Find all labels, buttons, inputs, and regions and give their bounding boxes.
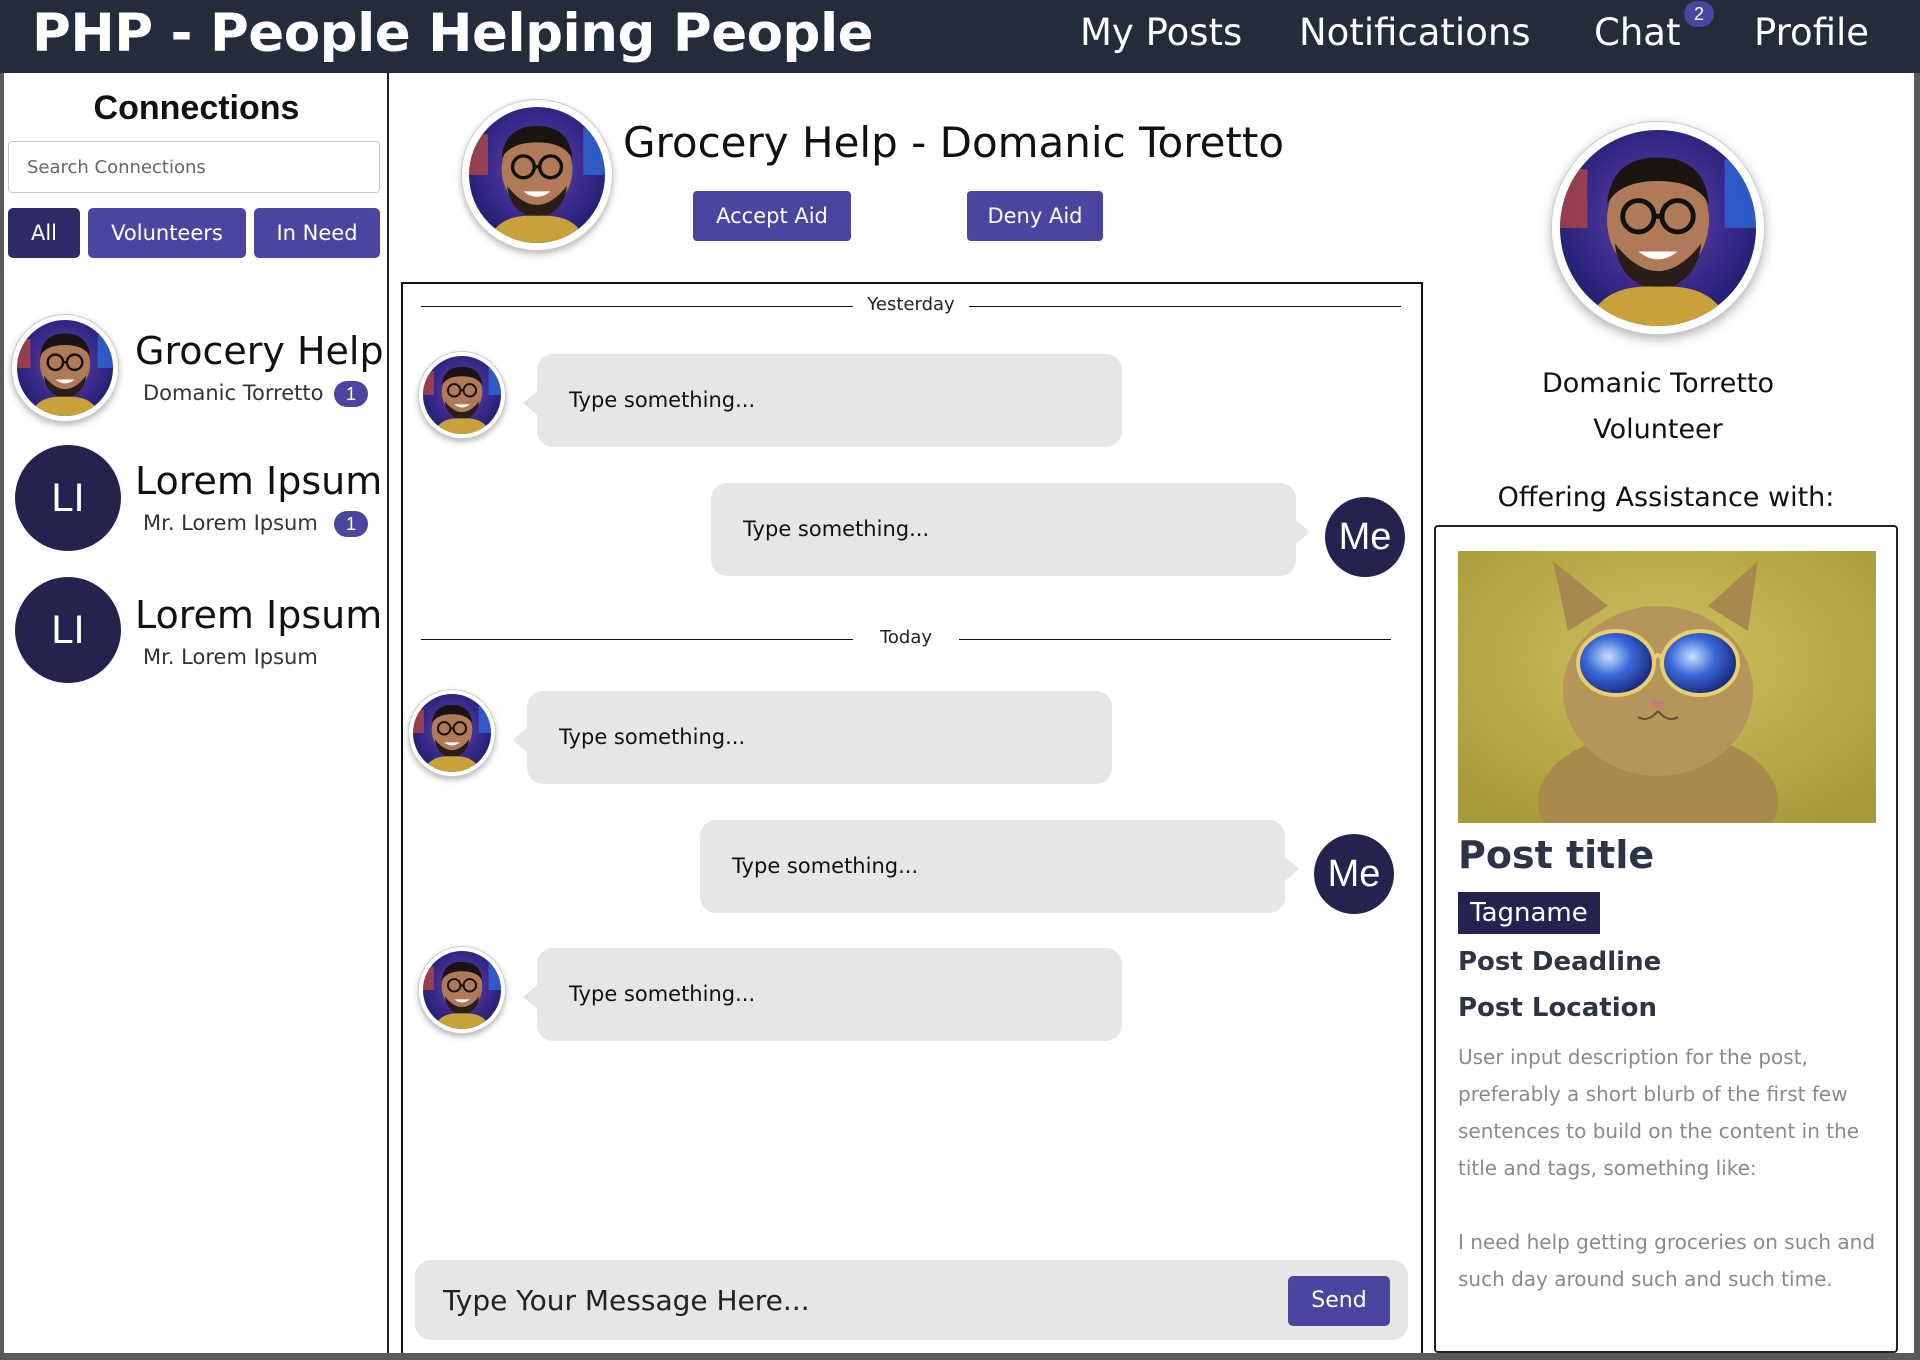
send-button[interactable]: Send (1288, 1276, 1390, 1326)
date-divider-today: Today (421, 627, 1391, 651)
search-connections-input[interactable] (8, 141, 380, 193)
nav-notifications[interactable]: Notifications (1299, 10, 1531, 56)
bubble-tail (523, 391, 537, 415)
top-navbar: PHP - People Helping People My Posts Not… (0, 0, 1920, 73)
unread-badge: 1 (334, 511, 368, 537)
sender-avatar (419, 352, 505, 438)
filter-all-button[interactable]: All (8, 208, 80, 258)
message-bubble: Type something... (537, 948, 1122, 1041)
chat-unread-badge: 2 (1684, 1, 1714, 27)
connection-subtitle: Mr. Lorem Ipsum (143, 511, 318, 535)
divider-label: Yesterday (867, 294, 955, 315)
bubble-tail (523, 985, 537, 1009)
post-title: Post title (1458, 833, 1655, 877)
connection-subtitle: Domanic Torretto (143, 381, 324, 405)
connection-name: Grocery Help (135, 329, 384, 373)
profile-avatar (1552, 122, 1764, 334)
filter-volunteers-button[interactable]: Volunteers (88, 208, 246, 258)
filter-in-need-button[interactable]: In Need (254, 208, 380, 258)
bubble-tail (1296, 520, 1310, 544)
connection-initials-avatar: LI (15, 445, 121, 551)
profile-role: Volunteer (1593, 414, 1723, 445)
bubble-tail (1285, 857, 1299, 881)
post-card[interactable]: Post title Tagname Post Deadline Post Lo… (1434, 525, 1898, 1353)
post-deadline: Post Deadline (1458, 947, 1662, 977)
connections-heading: Connections (93, 89, 300, 127)
message-bubble: Type something... (711, 483, 1296, 576)
accept-aid-button[interactable]: Accept Aid (693, 191, 851, 241)
connection-initials-avatar: LI (15, 577, 121, 683)
sender-avatar (409, 690, 495, 776)
message-bubble: Type something... (537, 354, 1122, 447)
chat-header-avatar (462, 100, 612, 250)
connection-subtitle: Mr. Lorem Ipsum (143, 645, 318, 669)
message-input[interactable] (443, 1278, 1263, 1322)
connection-name: Lorem Ipsum (135, 459, 383, 503)
post-location: Post Location (1458, 993, 1657, 1023)
divider-label: Today (879, 627, 933, 648)
nav-profile[interactable]: Profile (1754, 10, 1869, 56)
offering-assistance-label: Offering Assistance with: (1497, 482, 1835, 513)
sender-avatar (419, 947, 505, 1033)
chat-messages-panel[interactable]: Yesterday Type something... Type somethi… (401, 282, 1423, 1353)
message-bubble: Type something... (527, 691, 1112, 784)
message-composer: Send (415, 1260, 1408, 1340)
date-divider-yesterday: Yesterday (421, 294, 1401, 318)
me-avatar: Me (1314, 834, 1394, 914)
chat-title: Grocery Help - Domanic Toretto (623, 118, 1285, 167)
nav-my-posts[interactable]: My Posts (1080, 10, 1242, 56)
post-description: User input description for the post, pre… (1458, 1045, 1876, 1291)
connection-item-lorem-ipsum-2[interactable]: LI Lorem Ipsum Mr. Lorem Ipsum (4, 573, 389, 683)
bubble-tail (513, 728, 527, 752)
deny-aid-button[interactable]: Deny Aid (967, 191, 1103, 241)
app-title[interactable]: PHP - People Helping People (32, 2, 874, 66)
post-image (1458, 551, 1876, 823)
connection-item-grocery-help[interactable]: Grocery Help Domanic Torretto 1 (4, 313, 389, 423)
connection-name: Lorem Ipsum (135, 593, 383, 637)
profile-name: Domanic Torretto (1541, 368, 1775, 399)
unread-badge: 1 (334, 381, 368, 407)
connection-avatar (12, 315, 118, 421)
connections-sidebar: Connections All Volunteers In Need Groce… (4, 73, 389, 1353)
me-avatar: Me (1325, 497, 1405, 577)
connection-item-lorem-ipsum[interactable]: LI Lorem Ipsum Mr. Lorem Ipsum 1 (4, 443, 389, 553)
post-tag[interactable]: Tagname (1458, 892, 1600, 934)
nav-chat[interactable]: Chat (1594, 10, 1680, 56)
message-bubble: Type something... (700, 820, 1285, 913)
